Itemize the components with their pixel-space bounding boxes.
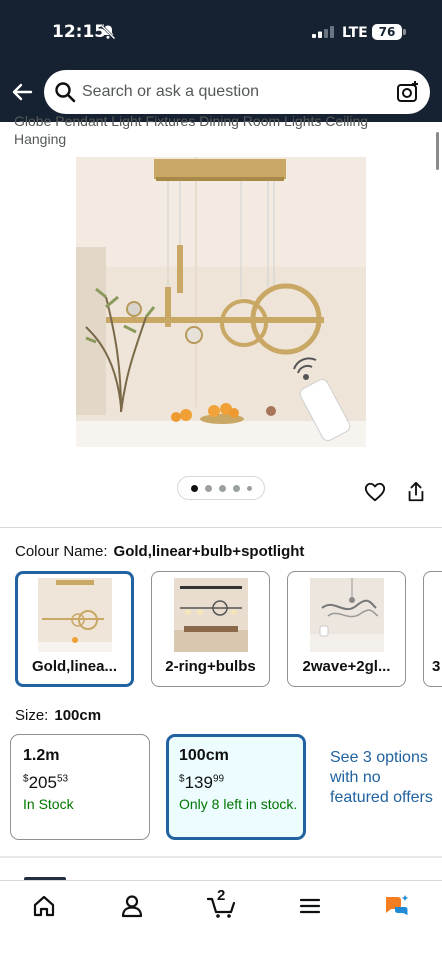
size-row: Size: 100cm bbox=[15, 707, 101, 724]
signal-icon bbox=[312, 26, 334, 38]
account-icon[interactable] bbox=[119, 893, 145, 919]
size-option-size: 100cm bbox=[179, 747, 229, 764]
stock-status: In Stock bbox=[23, 796, 74, 812]
product-image[interactable] bbox=[76, 157, 366, 447]
price-whole: 139 bbox=[184, 773, 213, 792]
search-input[interactable]: Search or ask a question bbox=[82, 83, 259, 101]
carousel-dot[interactable] bbox=[232, 484, 240, 492]
camera-search-icon[interactable] bbox=[396, 80, 420, 104]
carousel-dot[interactable] bbox=[204, 484, 212, 492]
colour-option-2-ring-bulbs[interactable]: 2-ring+bulbs bbox=[151, 571, 270, 687]
status-time: 12:15 bbox=[52, 22, 107, 42]
share-icon[interactable] bbox=[405, 481, 427, 503]
back-arrow-icon[interactable] bbox=[10, 80, 34, 104]
size-option-1-2m[interactable]: 1.2m $20553 In Stock bbox=[10, 734, 150, 840]
stock-status: Only 8 left in stock. bbox=[179, 796, 298, 812]
colour-name-row: Colour Name: Gold,linear+bulb+spotlight bbox=[15, 543, 304, 560]
size-label: Size: bbox=[15, 707, 49, 724]
top-bar: 12:15 LTE 76 Search or ask a question bbox=[0, 0, 442, 122]
carousel-dot[interactable] bbox=[190, 484, 198, 492]
colour-option-2wave-2globe[interactable]: 2wave+2gl... bbox=[287, 571, 406, 687]
size-option-price: $13999 bbox=[179, 773, 224, 793]
colour-option-label: 2wave+2gl... bbox=[302, 658, 391, 675]
bottom-navigation: 2 bbox=[0, 880, 442, 960]
size-option-100cm[interactable]: 100cm $13999 Only 8 left in stock. bbox=[166, 734, 306, 840]
battery-level: 76 bbox=[372, 24, 402, 40]
colour-thumbnail bbox=[38, 578, 112, 652]
colour-option-label: Gold,linea... bbox=[31, 658, 117, 675]
colour-option-more[interactable]: 3 bbox=[423, 571, 442, 687]
section-divider bbox=[0, 856, 442, 858]
carousel-dot[interactable] bbox=[218, 484, 226, 492]
cart-count: 2 bbox=[217, 887, 226, 904]
price-cents: 99 bbox=[212, 773, 225, 785]
section-divider bbox=[0, 527, 442, 528]
home-icon[interactable] bbox=[31, 893, 57, 919]
menu-icon[interactable] bbox=[297, 893, 323, 919]
image-carousel-dots[interactable] bbox=[177, 476, 265, 500]
colour-thumbnail bbox=[174, 578, 248, 652]
battery-tip bbox=[403, 29, 406, 35]
size-value: 100cm bbox=[54, 707, 102, 724]
search-icon bbox=[55, 82, 76, 103]
colour-label: Colour Name: bbox=[15, 543, 108, 560]
scroll-indicator bbox=[436, 132, 439, 170]
colour-value: Gold,linear+bulb+spotlight bbox=[113, 543, 305, 560]
network-type: LTE bbox=[342, 25, 368, 41]
colour-thumbnail bbox=[310, 578, 384, 652]
price-cents: 53 bbox=[56, 773, 69, 785]
search-bar[interactable]: Search or ask a question bbox=[44, 70, 430, 114]
colour-option-gold-linear[interactable]: Gold,linea... bbox=[15, 571, 134, 687]
rufus-assistant-icon[interactable] bbox=[383, 893, 409, 919]
size-option-size: 1.2m bbox=[23, 747, 60, 764]
carousel-dot[interactable] bbox=[246, 485, 252, 491]
product-title: Globe Pendant Light Fixtures Dining Room… bbox=[14, 113, 369, 147]
heart-icon[interactable] bbox=[364, 481, 386, 503]
price-whole: 205 bbox=[28, 773, 57, 792]
bell-off-icon bbox=[100, 24, 116, 40]
see-more-options-link[interactable]: See 3 options with no featured offers bbox=[330, 748, 435, 808]
colour-option-label: 3 bbox=[432, 658, 441, 675]
size-option-price: $20553 bbox=[23, 773, 68, 793]
colour-option-label: 2-ring+bulbs bbox=[165, 658, 256, 675]
